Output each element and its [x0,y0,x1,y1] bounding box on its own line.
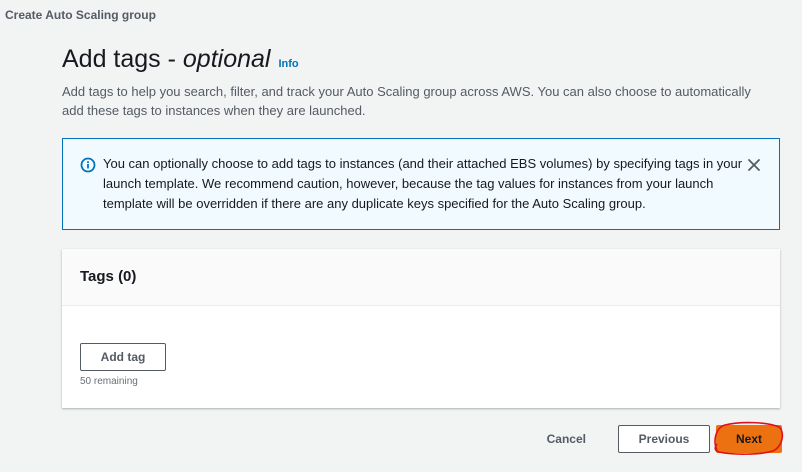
tags-panel-header: Tags (0) [62,249,780,306]
tags-panel-title: Tags (0) [80,268,137,285]
close-icon[interactable] [747,158,761,172]
page-header: Add tags - optional Info [62,45,299,74]
info-alert: You can optionally choose to add tags to… [62,138,780,230]
previous-button[interactable]: Previous [618,425,710,453]
next-button-wrapper: Next [714,421,784,455]
next-button[interactable]: Next [716,425,782,453]
page-title-optional: optional [182,45,271,73]
page-description: Add tags to help you search, filter, and… [62,84,751,118]
wizard-actions: Cancel Previous Next [541,421,784,455]
cancel-button[interactable]: Cancel [541,431,592,447]
alert-text: You can optionally choose to add tags to… [103,156,743,211]
add-tag-button[interactable]: Add tag [80,343,166,371]
info-circle-icon [80,157,96,173]
tags-panel: Tags (0) Add tag 50 remaining [62,249,780,408]
tags-remaining-count: 50 remaining [80,376,138,387]
page-title: Add tags - optional [62,45,270,74]
info-link[interactable]: Info [278,58,298,70]
breadcrumb: Create Auto Scaling group [5,8,156,22]
page-title-main: Add tags - [62,45,183,73]
